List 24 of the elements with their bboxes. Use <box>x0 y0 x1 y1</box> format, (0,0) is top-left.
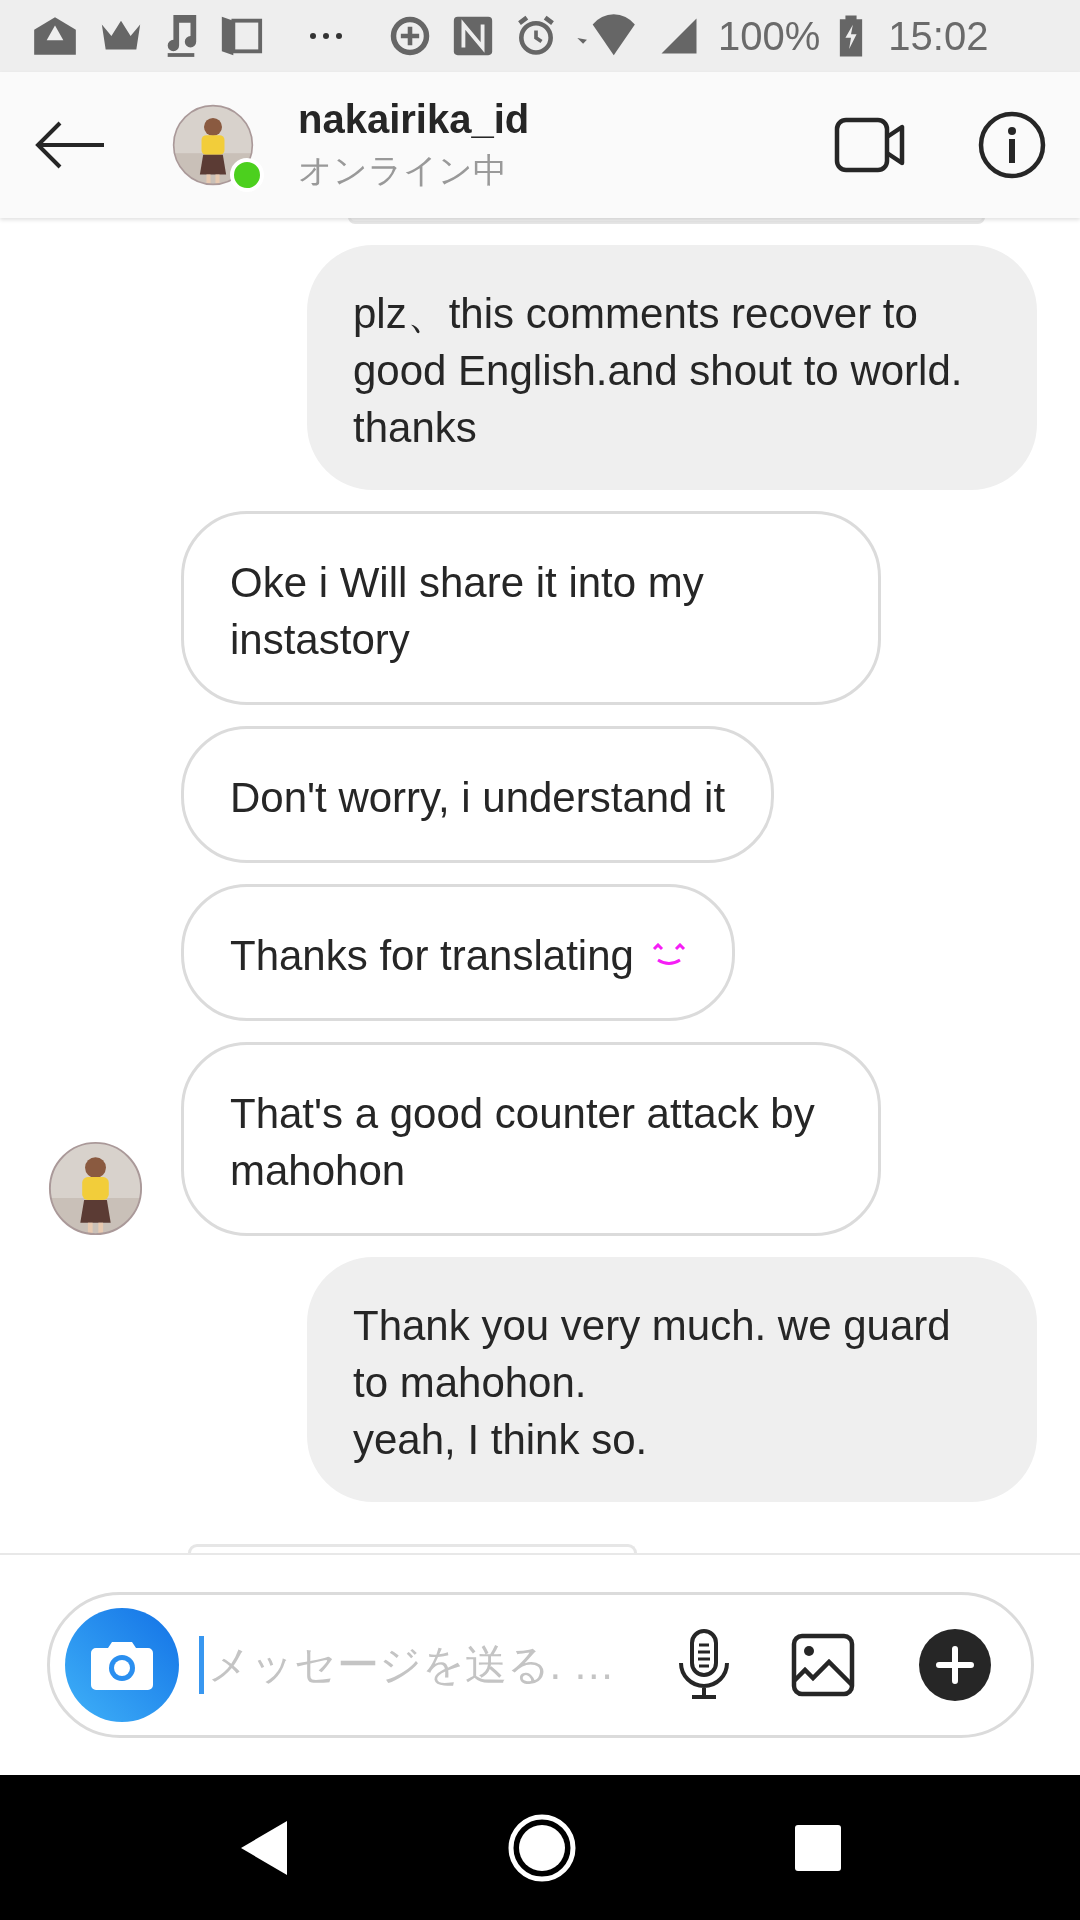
message-bubble: That's a good counter attack by mahohon <box>181 1041 881 1236</box>
message-bubble: Thank you very much. we guard to mahohon. yeah, I think so. <box>307 1256 1037 1502</box>
battery-percent: 100% <box>718 13 821 59</box>
online-status: オンライン中 <box>298 149 508 191</box>
message-bubble: plz、this comments recover to good English.and shout to world. thanks <box>307 244 1037 490</box>
more-icon <box>308 31 344 41</box>
message-bubble: Don't worry, i understand it <box>181 725 775 863</box>
nav-recents-button[interactable] <box>795 1824 841 1871</box>
clock-time: 15:02 <box>888 13 989 59</box>
info-button[interactable] <box>978 111 1046 179</box>
message-bubble: Oke i Will share it into my instastory <box>181 510 881 705</box>
data-saver-icon <box>388 14 432 58</box>
back-button[interactable] <box>34 120 106 170</box>
gallery-button[interactable] <box>790 1633 855 1697</box>
add-button[interactable] <box>918 1629 991 1701</box>
message-input[interactable]: メッセージを送る. … <box>198 1636 657 1694</box>
username: nakairika_id <box>298 96 531 142</box>
battery-charging-icon <box>838 13 865 59</box>
nav-home-button[interactable] <box>507 1812 577 1883</box>
message-bubble: Thanks for translating <box>181 883 735 1021</box>
camera-icon <box>89 1640 154 1690</box>
microphone-button[interactable] <box>676 1629 731 1701</box>
video-call-button[interactable] <box>834 117 906 173</box>
nav-back-button[interactable] <box>239 1818 289 1877</box>
